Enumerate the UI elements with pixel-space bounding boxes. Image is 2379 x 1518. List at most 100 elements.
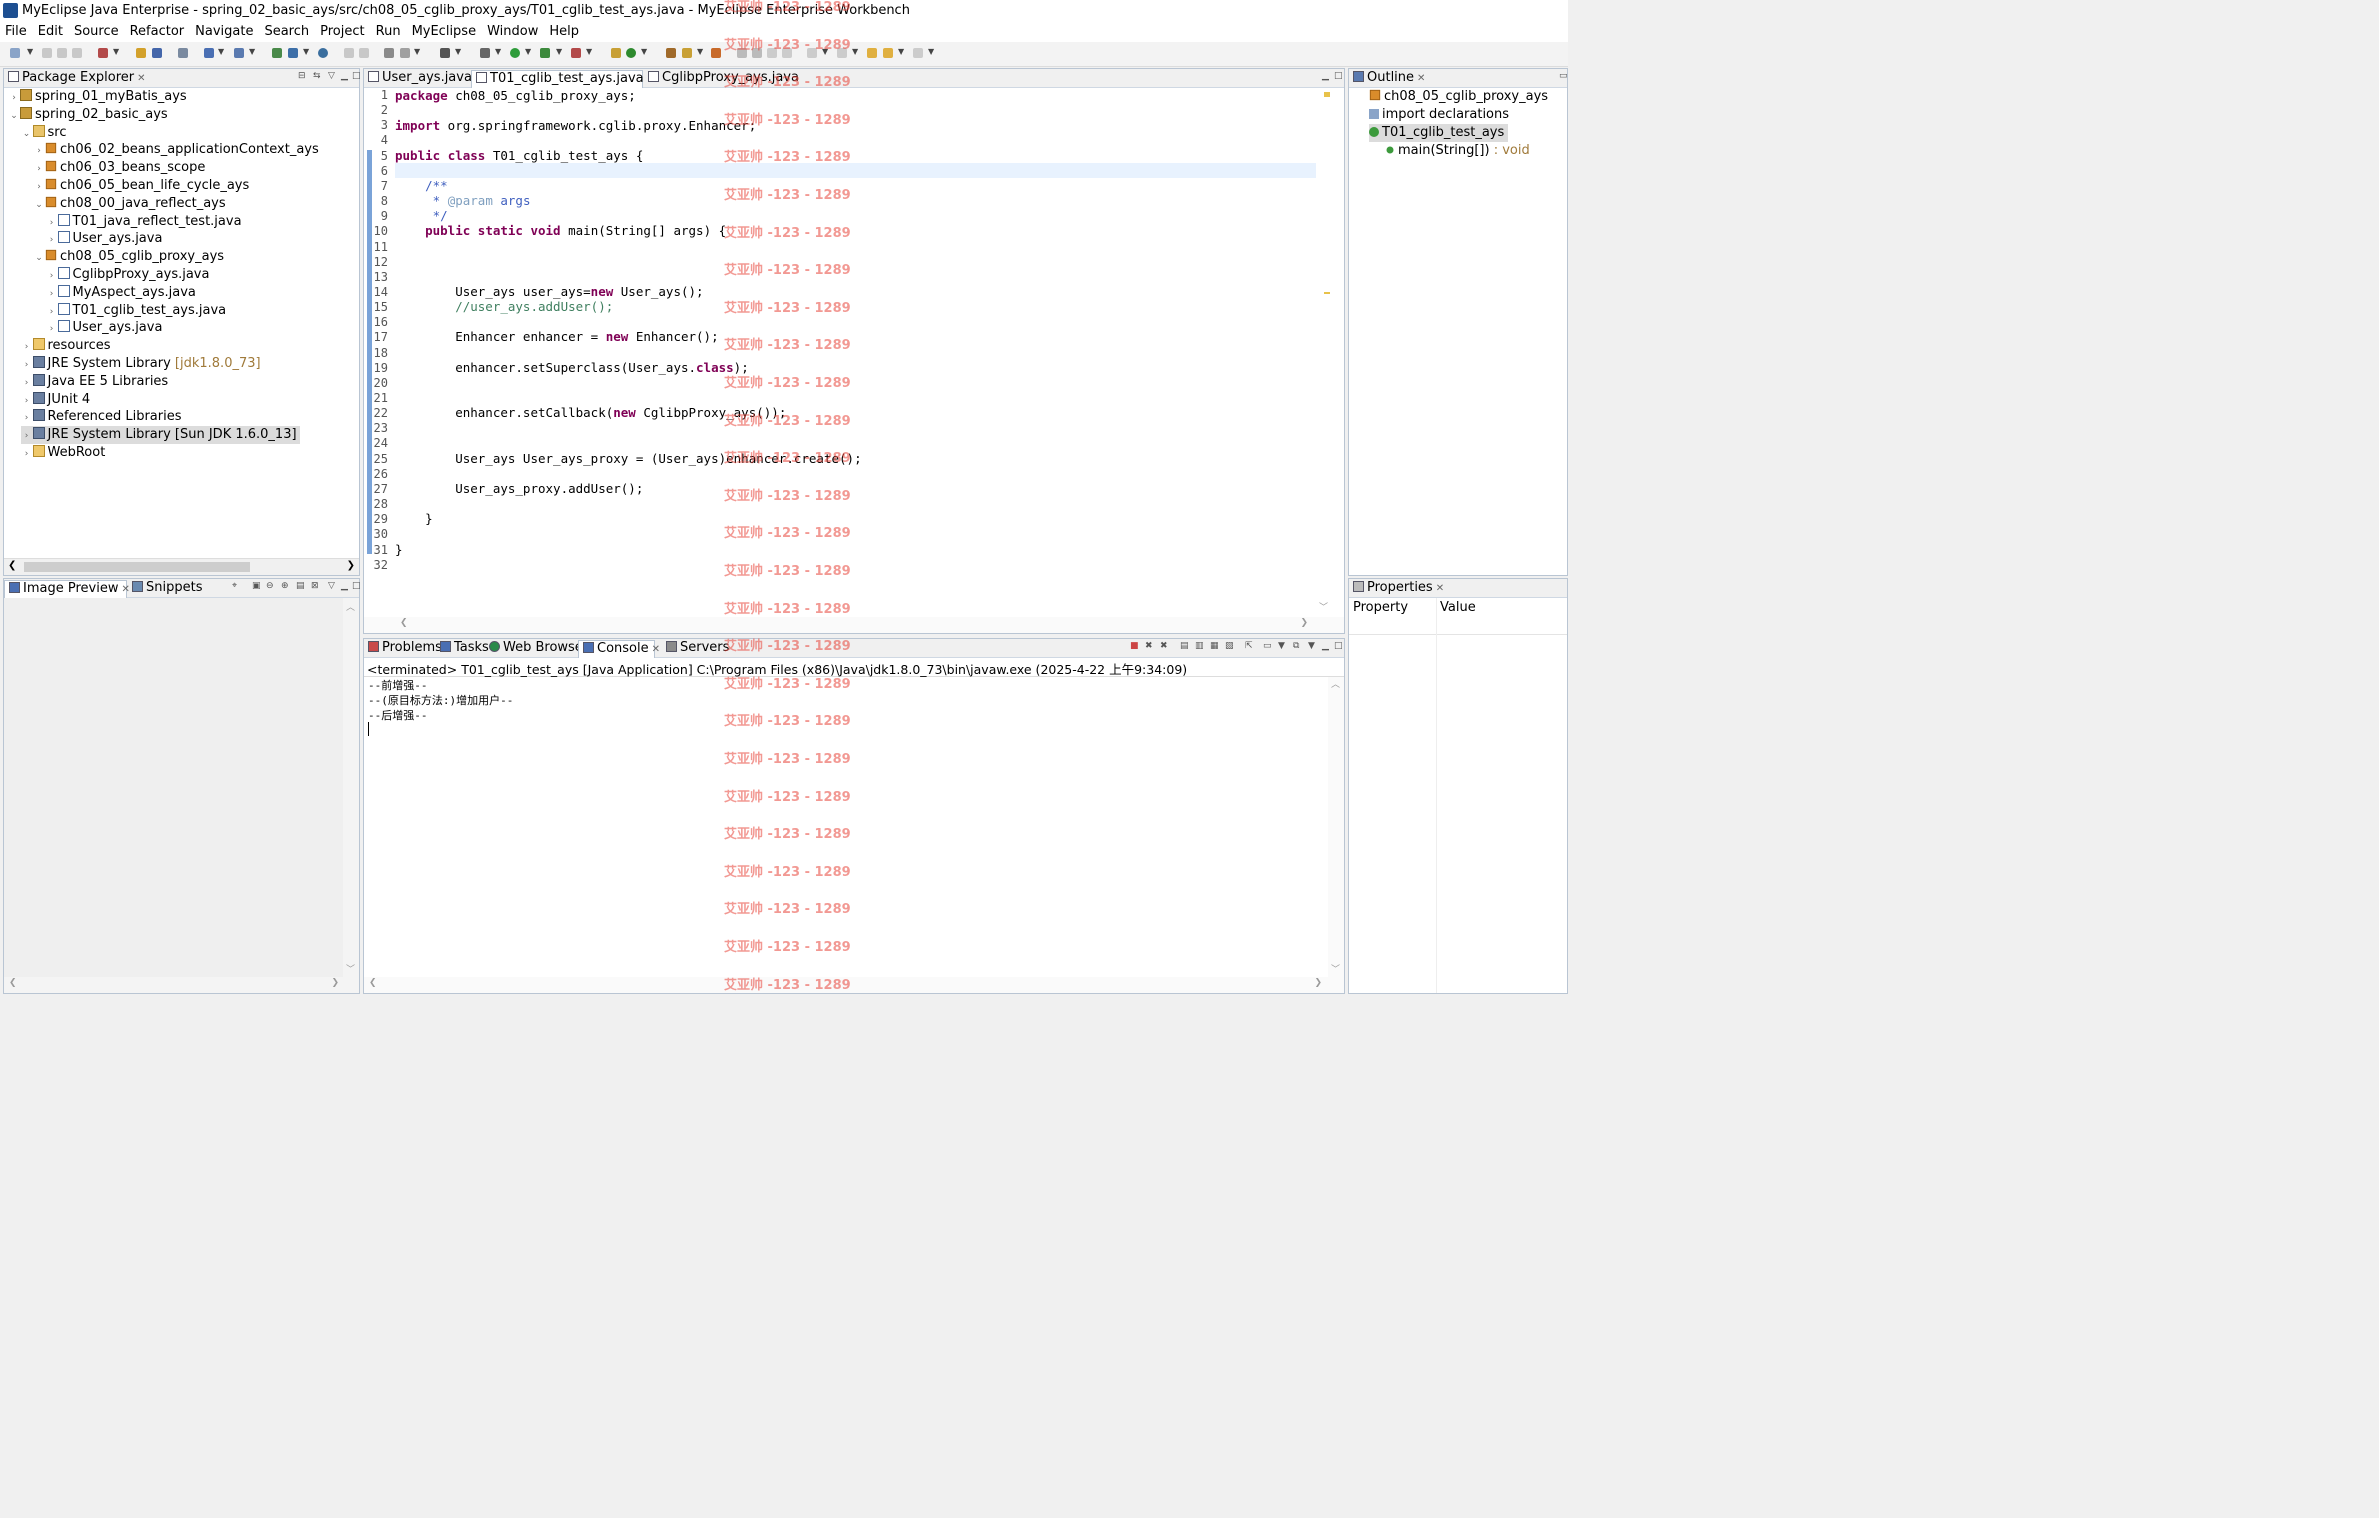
back-arrow-icon[interactable] [867,48,877,58]
tree-item[interactable]: › ch06_05_bean_life_cycle_ays [33,177,249,195]
new-package-icon[interactable] [611,48,621,58]
chevron-down-icon[interactable]: ▼ [455,47,461,56]
scroll-left-icon[interactable]: ❮ [400,618,408,628]
tab-tasks[interactable]: Tasks [436,640,489,657]
remove-all-icon[interactable]: ✖ [1160,641,1168,651]
tab-image-preview[interactable]: Image Preview ✕ [4,580,130,598]
run-icon[interactable] [510,48,520,58]
maximize-icon[interactable]: □ [352,581,361,591]
collapse-arrow-icon[interactable]: ⌄ [33,196,45,214]
scroll-left-icon[interactable]: ❮ [9,978,17,988]
expand-arrow-icon[interactable]: › [33,142,45,160]
pin-icon[interactable] [384,48,394,58]
vertical-scrollbar[interactable]: ︿ ﹀ [343,598,359,977]
minimize-icon[interactable]: ▁ [1322,641,1329,651]
server-icon[interactable] [204,48,214,58]
tree-item[interactable]: › Java EE 5 Libraries [21,373,168,392]
chevron-down-icon[interactable]: ▼ [586,47,592,56]
chevron-down-icon[interactable]: ▼ [1308,641,1315,651]
tree-item[interactable]: › T01_java_reflect_test.java [46,213,242,231]
tree-item[interactable]: › T01_cglib_test_ays.java [46,302,226,321]
maximize-icon[interactable]: □ [1334,641,1343,651]
tree-item[interactable]: › spring_01_myBatis_ays [8,88,187,106]
save-icon[interactable] [42,48,52,58]
outline-item-package[interactable]: ch08_05_cglib_proxy_ays [1369,88,1548,106]
pin-console-icon[interactable]: ⇱ [1245,641,1253,651]
tab-user-ays[interactable]: User_ays.java [364,70,472,87]
menu-file[interactable]: File [0,22,33,39]
expand-arrow-icon[interactable]: › [46,231,58,249]
tree-item[interactable]: › JRE System Library [Sun JDK 1.6.0_13] [20,426,300,445]
grid-icon[interactable]: ⊠ [311,581,319,591]
remove-launch-icon[interactable]: ✖ [1145,641,1153,651]
link-editor-icon[interactable]: ⇆ [313,71,321,81]
open-resource-icon[interactable] [152,48,162,58]
chevron-down-icon[interactable]: ▼ [27,47,33,56]
menu-edit[interactable]: Edit [33,22,69,39]
zoom-in-icon[interactable]: ⊕ [281,581,289,591]
tree-item[interactable]: ⌄ ch08_05_cglib_proxy_ays [33,248,224,266]
expand-arrow-icon[interactable]: › [46,303,58,321]
tab-outline[interactable]: Outline ✕ [1349,70,1425,87]
print-icon[interactable] [72,48,82,58]
tab-web-browser[interactable]: Web Browser [485,640,588,657]
scroll-down-icon[interactable]: ﹀ [1319,600,1328,613]
chevron-down-icon[interactable]: ▼ [852,47,858,56]
run-server-icon[interactable] [234,48,244,58]
tree-item[interactable]: ⌄ ch08_00_java_reflect_ays [33,195,225,214]
edit-icon[interactable] [682,48,692,58]
warning-marker[interactable] [1324,292,1330,294]
scroll-right-icon[interactable]: ❯ [1314,978,1322,988]
mark-icon[interactable] [359,48,369,58]
tab-t01-cglib-test[interactable]: T01_cglib_test_ays.java✕ [471,70,655,88]
minimize-icon[interactable]: ▁ [341,71,348,81]
chevron-down-icon[interactable]: ▼ [556,47,562,56]
expand-arrow-icon[interactable]: › [21,374,33,392]
tree-item[interactable]: › Referenced Libraries [21,408,182,426]
scroll-up-icon[interactable]: ︿ [346,600,355,613]
chevron-down-icon[interactable]: ▼ [113,47,119,56]
value-column-header[interactable]: Value [1440,600,1476,615]
tree-item[interactable]: › MyAspect_ays.java [46,284,196,302]
chevron-down-icon[interactable]: ▼ [898,47,904,56]
scroll-right-icon[interactable]: ❯ [1300,618,1308,628]
scroll-down-icon[interactable]: ﹀ [1331,962,1340,975]
outline-menu-icon[interactable]: ▭ [1559,71,1568,81]
clear-console-icon[interactable]: ▤ [1180,641,1189,651]
chevron-down-icon[interactable]: ▼ [218,47,224,56]
expand-arrow-icon[interactable]: › [21,445,33,463]
chevron-down-icon[interactable]: ▼ [525,47,531,56]
tab-snippets[interactable]: Snippets [128,580,202,597]
chevron-down-icon[interactable]: ▼ [641,47,647,56]
menu-navigate[interactable]: Navigate [190,22,259,39]
close-icon[interactable]: ✕ [1417,73,1425,84]
expand-arrow-icon[interactable]: › [46,320,58,338]
horizontal-scrollbar[interactable]: ❮ ❯ [4,977,359,993]
scroll-right-icon[interactable]: ❯ [347,560,355,571]
horizontal-scrollbar[interactable]: ❮ ❯ [4,558,359,575]
tab-problems[interactable]: Problems [364,640,442,657]
refresh-icon[interactable] [711,48,721,58]
new-class-icon[interactable] [626,48,636,58]
chevron-down-icon[interactable]: ▼ [495,47,501,56]
monitor-icon[interactable] [440,48,450,58]
outline-item-class[interactable]: T01_cglib_test_ays [1369,124,1509,142]
menu-help[interactable]: Help [544,22,585,39]
tree-item[interactable]: › User_ays.java [46,319,162,338]
collapse-arrow-icon[interactable]: ⌄ [33,249,45,267]
tree-item[interactable]: › WebRoot [21,444,105,463]
expand-arrow-icon[interactable]: › [21,409,33,427]
close-icon[interactable]: ✕ [1436,583,1444,594]
tab-package-explorer[interactable]: Package Explorer ✕ [4,70,146,87]
globe-icon[interactable] [318,48,328,58]
horizontal-scrollbar[interactable]: ❮ ❯ [364,977,1344,993]
warning-marker[interactable] [1324,92,1330,97]
new-icon[interactable] [10,48,20,58]
collapse-all-icon[interactable]: ⊟ [298,71,306,81]
expand-arrow-icon[interactable]: › [21,427,33,445]
expand-arrow-icon[interactable]: › [21,338,33,356]
close-icon[interactable]: ✕ [137,73,145,84]
menu-source[interactable]: Source [69,22,125,39]
tab-console[interactable]: Console ✕ [578,640,660,658]
tree-item[interactable]: ⌄ spring_02_basic_ays [8,106,168,124]
